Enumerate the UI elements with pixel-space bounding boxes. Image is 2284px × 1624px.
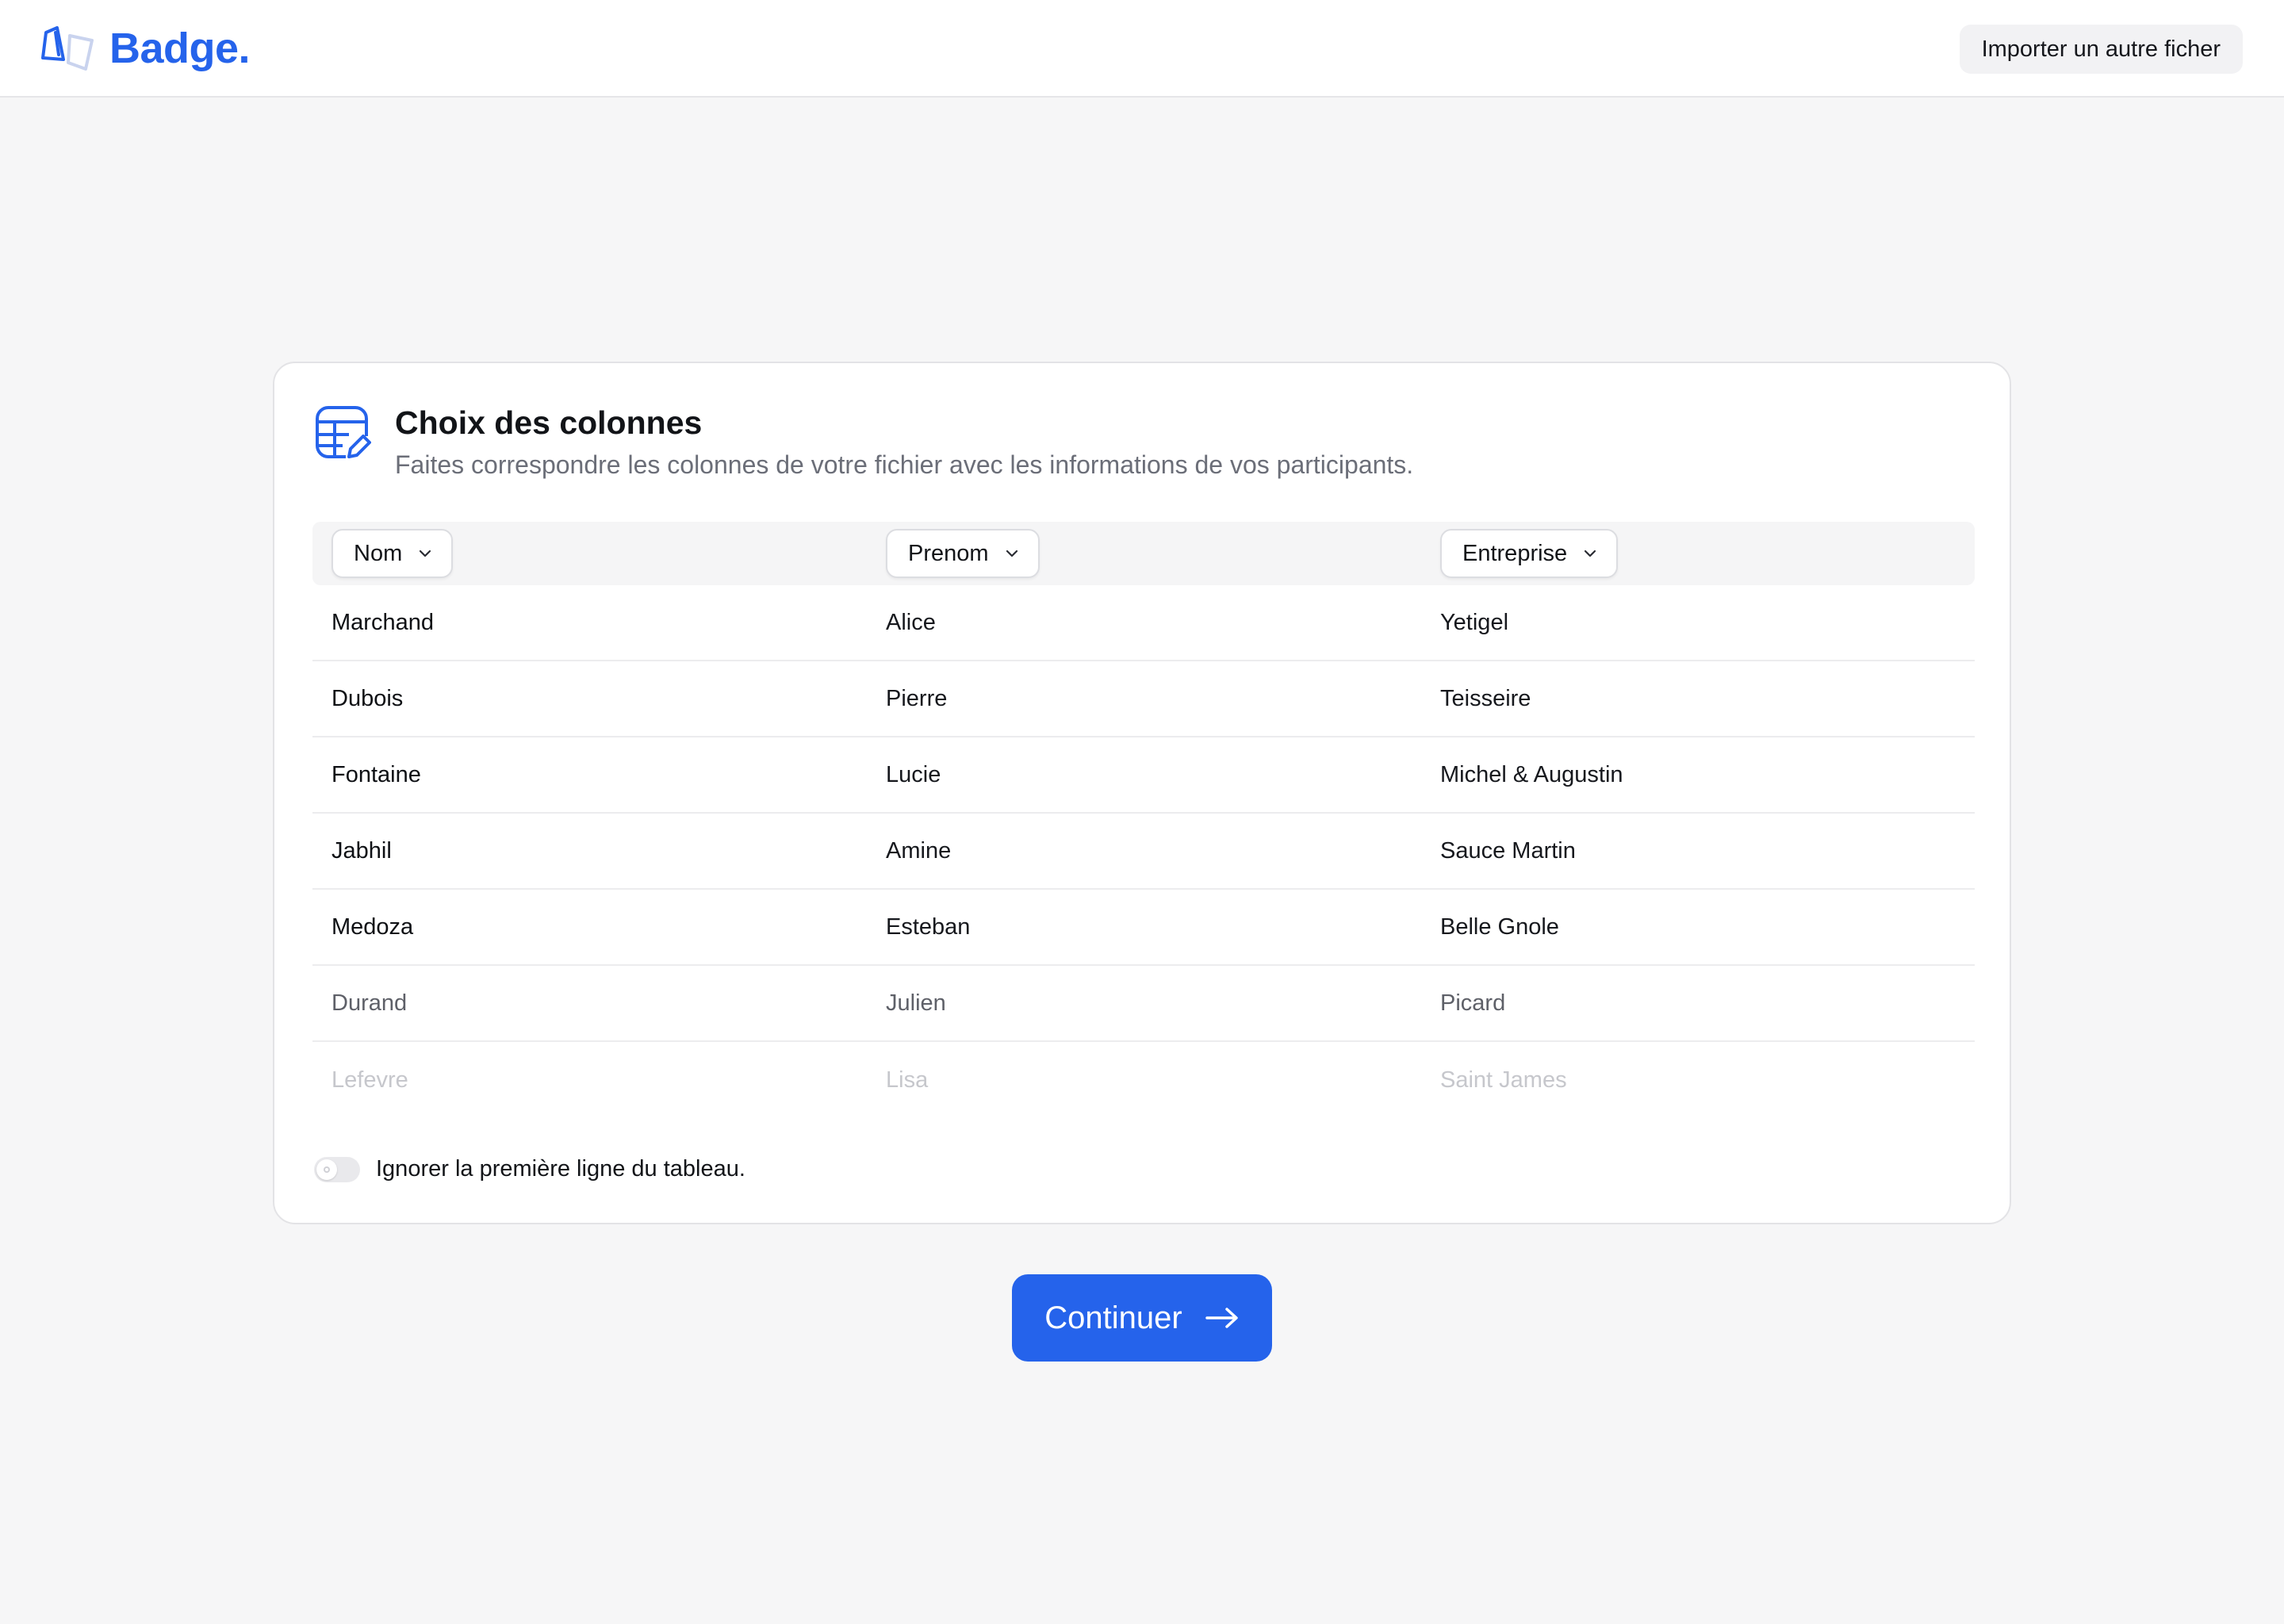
table-cell: Marchand [331,609,434,635]
card-title: Choix des colonnes [395,404,703,441]
table-cell: Esteban [886,914,971,940]
top-bar: Badge. Importer un autre ficher [0,0,2284,98]
table-cell: Lefevre [331,1067,408,1093]
table-row: Marchand Alice Yetigel [312,585,1975,661]
import-another-file-button[interactable]: Importer un autre ficher [1959,25,2243,74]
column-mapping-card: Choix des colonnes Faites correspondre l… [273,362,2011,1224]
chevron-down-icon [420,550,431,557]
table-cell: Fontaine [331,761,421,787]
chevron-down-icon [1006,550,1017,557]
table-cell: Jabhil [331,837,392,864]
skip-first-row-toggle[interactable] [314,1156,360,1182]
table-row: Jabhil Amine Sauce Martin [312,814,1975,890]
table-cell: Medoza [331,914,414,940]
table-row: Medoza Esteban Belle Gnole [312,890,1975,966]
badge-logo-icon [41,26,94,71]
skip-first-row-setting: Ignorer la première ligne du tableau. [314,1156,745,1182]
column-select-entreprise[interactable]: Entreprise [1440,529,1619,578]
card-subtitle: Faites correspondre les colonnes de votr… [395,450,1414,479]
table-cell: Belle Gnole [1440,914,1559,940]
continue-label: Continuer [1044,1300,1182,1335]
table-row: Fontaine Lucie Michel & Augustin [312,737,1975,814]
table-cell: Sauce Martin [1440,837,1576,864]
table-edit-icon [316,406,371,460]
column-select-label: Prenom [908,540,989,566]
table-cell: Teisseire [1440,685,1531,711]
table-cell: Michel & Augustin [1440,761,1623,787]
brand-name: Badge. [109,25,251,72]
column-select-nom[interactable]: Nom [331,529,454,578]
table-header: Nom Prenom Entreprise [312,522,1975,585]
table-cell: Lucie [886,761,941,787]
toggle-knob [316,1159,337,1180]
preview-table: Nom Prenom Entreprise Marchand Alice Yet… [312,522,1975,1118]
arrow-right-icon [1205,1308,1238,1328]
chevron-down-icon [1585,550,1596,557]
table-cell: Picard [1440,990,1506,1016]
table-cell: Pierre [886,685,948,711]
table-cell: Durand [331,990,408,1016]
table-cell: Dubois [331,685,404,711]
table-row: Dubois Pierre Teisseire [312,661,1975,737]
table-cell: Amine [886,837,952,864]
skip-first-row-label: Ignorer la première ligne du tableau. [376,1156,745,1182]
table-cell: Yetigel [1440,609,1509,635]
brand-logo[interactable]: Badge. [40,21,251,76]
column-select-label: Entreprise [1462,540,1568,566]
column-select-label: Nom [354,540,403,566]
table-cell: Lisa [886,1067,929,1093]
table-cell: Saint James [1440,1067,1567,1093]
continue-button[interactable]: Continuer [1012,1274,1272,1362]
table-row: Lefevre Lisa Saint James [312,1042,1975,1118]
table-cell: Alice [886,609,936,635]
column-select-prenom[interactable]: Prenom [886,529,1040,578]
table-cell: Julien [886,990,946,1016]
table-row: Durand Julien Picard [312,966,1975,1042]
